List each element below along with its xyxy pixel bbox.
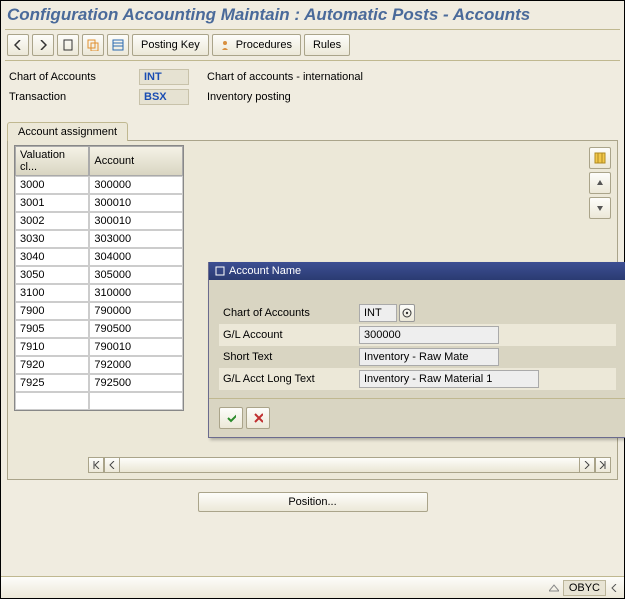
cell-account[interactable]: 790010 — [89, 338, 183, 356]
cancel-button[interactable] — [246, 407, 270, 429]
scroll-down-icon[interactable] — [589, 197, 611, 219]
table-row[interactable]: 3050305000 — [15, 266, 183, 284]
position-button[interactable]: Position... — [198, 492, 428, 512]
table-row[interactable]: 3040304000 — [15, 248, 183, 266]
tab-account-assignment[interactable]: Account assignment — [7, 122, 128, 141]
dlg-long-label: G/L Acct Long Text — [219, 373, 359, 385]
f4-help-icon[interactable] — [399, 304, 415, 322]
cell-valuation-class[interactable]: 7925 — [15, 374, 89, 392]
back-icon[interactable] — [7, 34, 29, 56]
close-icon — [253, 412, 263, 424]
transaction-desc: Inventory posting — [189, 91, 291, 103]
cell-account[interactable]: 303000 — [89, 230, 183, 248]
cell-account[interactable]: 300010 — [89, 194, 183, 212]
ok-button[interactable] — [219, 407, 243, 429]
cell-valuation-class[interactable]: 3100 — [15, 284, 89, 302]
dlg-chart-label: Chart of Accounts — [219, 307, 359, 319]
account-name-dialog: Account Name Chart of Accounts G/L Accou… — [208, 262, 625, 438]
table-row[interactable]: 3000300000 — [15, 176, 183, 194]
dlg-gl-label: G/L Account — [219, 329, 359, 341]
cell-account[interactable] — [89, 392, 183, 410]
cell-valuation-class[interactable]: 3050 — [15, 266, 89, 284]
dlg-short-label: Short Text — [219, 351, 359, 363]
rules-button[interactable]: Rules — [304, 34, 350, 56]
person-icon — [221, 40, 233, 50]
cell-valuation-class[interactable] — [15, 392, 89, 410]
procedures-button[interactable]: Procedures — [212, 34, 301, 56]
procedures-label: Procedures — [236, 39, 292, 51]
scroll-left-icon[interactable] — [104, 457, 120, 473]
cell-account[interactable]: 790500 — [89, 320, 183, 338]
forward-icon[interactable] — [32, 34, 54, 56]
cell-valuation-class[interactable]: 7905 — [15, 320, 89, 338]
cell-valuation-class[interactable]: 3030 — [15, 230, 89, 248]
page-title: Configuration Accounting Maintain : Auto… — [1, 1, 624, 29]
cell-account[interactable]: 310000 — [89, 284, 183, 302]
posting-key-button[interactable]: Posting Key — [132, 34, 209, 56]
cell-account[interactable]: 792000 — [89, 356, 183, 374]
dlg-chart-input[interactable] — [359, 304, 397, 322]
table-row[interactable]: 7900790000 — [15, 302, 183, 320]
cell-valuation-class[interactable]: 7910 — [15, 338, 89, 356]
cell-account[interactable]: 304000 — [89, 248, 183, 266]
col-account[interactable]: Account — [89, 146, 183, 176]
cell-account[interactable]: 300010 — [89, 212, 183, 230]
triangle-icon — [549, 583, 559, 593]
dialog-titlebar[interactable]: Account Name — [209, 262, 625, 280]
check-icon — [226, 412, 236, 424]
scroll-last-icon[interactable] — [595, 457, 611, 473]
scroll-first-icon[interactable] — [88, 457, 104, 473]
table-row[interactable] — [15, 392, 183, 410]
toolbar: Posting Key Procedures Rules — [1, 30, 624, 60]
chevron-left-icon[interactable] — [610, 584, 618, 592]
list-icon[interactable] — [107, 34, 129, 56]
account-grid[interactable]: Valuation cl... Account 3000300000300130… — [14, 145, 184, 411]
table-row[interactable]: 7920792000 — [15, 356, 183, 374]
table-settings-icon[interactable] — [589, 147, 611, 169]
table-row[interactable]: 3002300010 — [15, 212, 183, 230]
window-icon — [215, 266, 225, 276]
cell-valuation-class[interactable]: 3001 — [15, 194, 89, 212]
chart-of-accounts-label: Chart of Accounts — [9, 71, 139, 83]
table-row[interactable]: 3001300010 — [15, 194, 183, 212]
col-valuation-class[interactable]: Valuation cl... — [15, 146, 89, 176]
cell-account[interactable]: 790000 — [89, 302, 183, 320]
cell-valuation-class[interactable]: 3000 — [15, 176, 89, 194]
dlg-gl-value — [359, 326, 499, 344]
create-icon[interactable] — [57, 34, 79, 56]
table-row[interactable]: 3030303000 — [15, 230, 183, 248]
status-bar: OBYC — [1, 576, 624, 598]
cell-valuation-class[interactable]: 3040 — [15, 248, 89, 266]
table-row[interactable]: 7905790500 — [15, 320, 183, 338]
scroll-track[interactable] — [120, 457, 579, 473]
scroll-up-icon[interactable] — [589, 172, 611, 194]
chart-of-accounts-desc: Chart of accounts - international — [189, 71, 363, 83]
transaction-label: Transaction — [9, 91, 139, 103]
horizontal-scrollbar[interactable] — [88, 457, 611, 473]
cell-account[interactable]: 792500 — [89, 374, 183, 392]
cell-valuation-class[interactable]: 7900 — [15, 302, 89, 320]
dialog-title: Account Name — [229, 265, 301, 277]
copy-icon[interactable] — [82, 34, 104, 56]
cell-valuation-class[interactable]: 7920 — [15, 356, 89, 374]
tcode-field: OBYC — [563, 580, 606, 596]
dlg-long-value — [359, 370, 539, 388]
dlg-short-value — [359, 348, 499, 366]
cell-valuation-class[interactable]: 3002 — [15, 212, 89, 230]
table-row[interactable]: 7925792500 — [15, 374, 183, 392]
cell-account[interactable]: 300000 — [89, 176, 183, 194]
transaction-value: BSX — [139, 89, 189, 105]
table-row[interactable]: 7910790010 — [15, 338, 183, 356]
chart-of-accounts-value: INT — [139, 69, 189, 85]
table-row[interactable]: 3100310000 — [15, 284, 183, 302]
scroll-right-icon[interactable] — [579, 457, 595, 473]
cell-account[interactable]: 305000 — [89, 266, 183, 284]
